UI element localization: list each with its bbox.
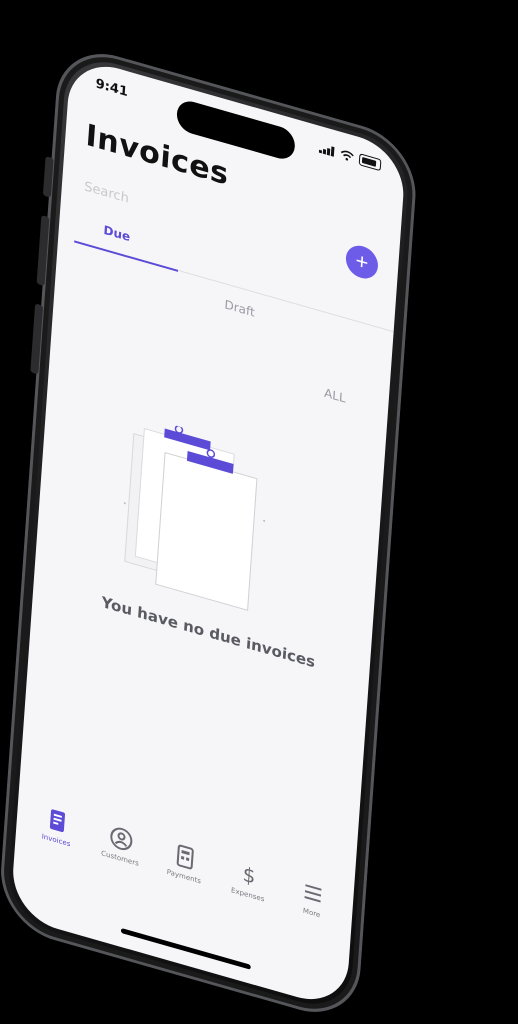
volume-up-button: [36, 215, 50, 287]
nav-item-expenses[interactable]: $ Expenses: [217, 855, 279, 907]
app-screen: 9:41 Invoices +: [9, 55, 407, 1011]
dollar-icon: $: [242, 862, 256, 889]
menu-icon: [304, 884, 322, 903]
customers-icon: [110, 827, 133, 851]
phone-frame: 9:41 Invoices +: [0, 40, 420, 1024]
nav-item-customers[interactable]: Customers: [90, 819, 152, 871]
battery-icon: [358, 153, 382, 172]
nav-label: Customers: [100, 849, 140, 868]
volume-down-button: [30, 303, 44, 375]
invoice-icon: [49, 809, 66, 833]
status-icons: [318, 142, 382, 172]
active-tab-indicator: [74, 240, 179, 272]
wifi-icon: [340, 150, 354, 161]
nav-label: More: [302, 906, 321, 920]
status-time: 9:41: [95, 76, 129, 101]
stage: 9:41 Invoices +: [0, 0, 518, 1024]
plus-icon: +: [354, 247, 370, 276]
tab-all[interactable]: ALL: [324, 386, 347, 406]
svg-text:$: $: [242, 862, 256, 889]
nav-item-more[interactable]: More: [281, 873, 343, 925]
nav-item-payments[interactable]: Payments: [154, 837, 216, 889]
nav-item-invoices[interactable]: Invoices: [26, 800, 88, 852]
empty-clipboard-icon: [123, 425, 266, 611]
tab-due[interactable]: Due: [103, 223, 131, 244]
tab-draft[interactable]: Draft: [224, 297, 255, 319]
signal-icon: [318, 146, 335, 157]
payments-icon: [176, 844, 194, 870]
action-button: [42, 156, 54, 198]
